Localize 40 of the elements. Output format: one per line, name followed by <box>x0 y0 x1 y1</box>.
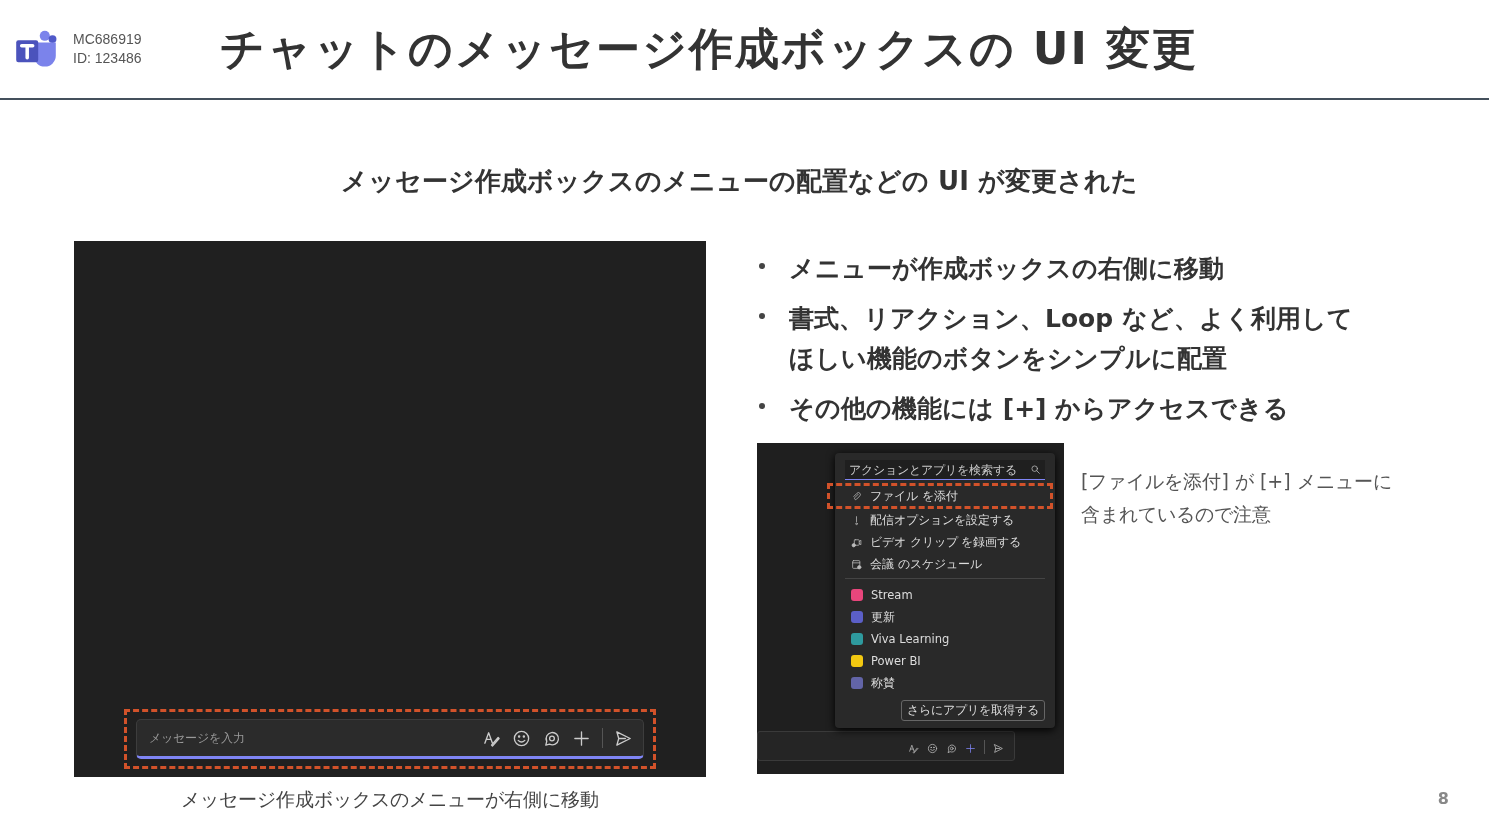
page-number: 8 <box>1437 789 1449 808</box>
search-icon[interactable] <box>1030 464 1041 475</box>
bullet-dot <box>759 263 765 269</box>
send-icon[interactable] <box>993 743 1004 754</box>
menu-item[interactable]: ファイル を添付 <box>827 483 1053 509</box>
message-id: ID: 123486 <box>73 49 142 68</box>
emoji-icon[interactable] <box>927 743 938 754</box>
note-text: 含まれているので注意 <box>1081 502 1272 527</box>
bullet-text: 書式、リアクション、Loop など、よく利用して <box>789 303 1353 335</box>
menu-item[interactable]: 更新 <box>845 606 1045 628</box>
send-icon[interactable] <box>614 728 633 748</box>
calendar-icon[interactable] <box>851 558 862 570</box>
menu-item[interactable]: 配信オプションを設定する <box>845 509 1045 531</box>
menu-item[interactable]: ビデオ クリップ を録画する <box>845 531 1045 553</box>
screenshot-caption: メッセージ作成ボックスのメニューが右側に移動 <box>181 787 599 812</box>
menu-item[interactable]: Power BI <box>845 650 1045 672</box>
bullet-text: メニューが作成ボックスの右側に移動 <box>789 253 1224 285</box>
message-input[interactable]: メッセージを入力 <box>147 730 471 746</box>
search-input[interactable]: アクションとアプリを検索する <box>849 462 1030 477</box>
menu-item[interactable]: 称賛 <box>845 672 1045 694</box>
plus-icon[interactable] <box>572 728 591 748</box>
text-format-icon[interactable] <box>908 743 919 754</box>
bullet-text: ほしい機能のボタンをシンプルに配置 <box>789 343 1228 375</box>
note-text: [ファイルを添付] が [+] メニューに <box>1081 469 1392 494</box>
video-icon[interactable] <box>851 536 862 548</box>
message-code: MC686919 <box>73 30 142 49</box>
loop-icon[interactable] <box>946 743 957 754</box>
bullet-dot <box>759 403 765 409</box>
bullet-dot <box>759 313 765 319</box>
menu-item[interactable]: Stream <box>845 584 1045 606</box>
message-field[interactable]: メッセージを入力 <box>136 719 644 759</box>
search-field[interactable]: アクションとアプリを検索する <box>845 460 1045 480</box>
emoji-icon[interactable] <box>512 728 531 748</box>
bullet-text: その他の機能には [+] からアクセスできる <box>789 393 1290 425</box>
menu-item[interactable]: 会議 のスケジュール <box>845 553 1045 575</box>
paperclip-icon[interactable] <box>851 490 862 502</box>
get-apps-button[interactable]: さらにアプリを取得する <box>901 700 1045 721</box>
slide-subtitle: メッセージ作成ボックスのメニューの配置などの UI が変更された <box>340 165 1139 198</box>
slide-title: チャットのメッセージ作成ボックスの UI 変更 <box>219 21 1199 76</box>
menu-item[interactable]: Viva Learning <box>845 628 1045 650</box>
